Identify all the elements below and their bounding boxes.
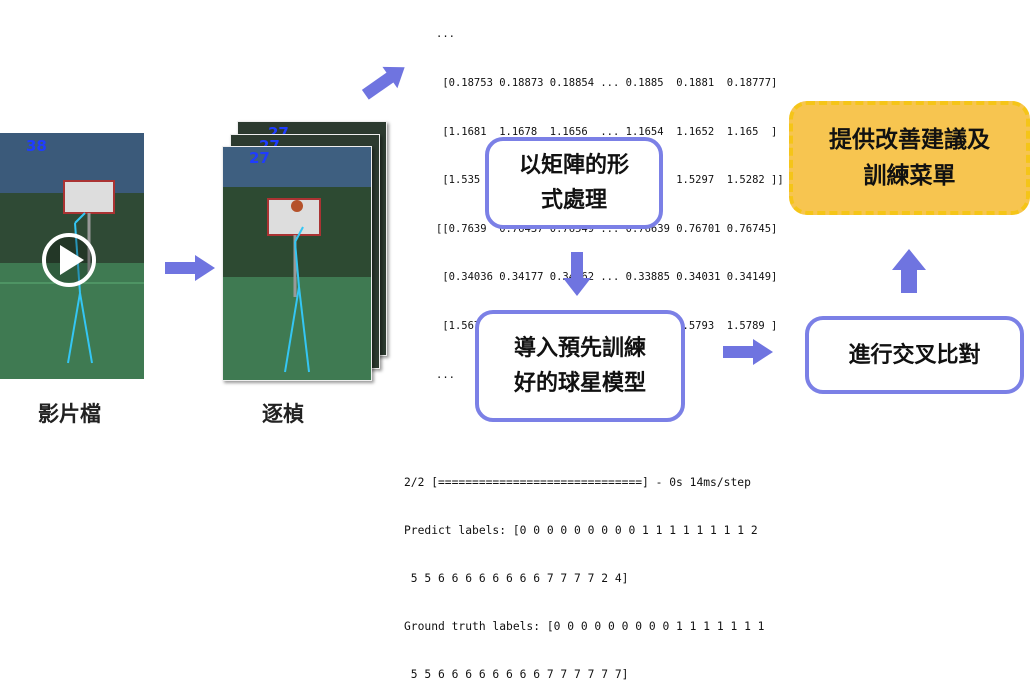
predict-line: 5 5 6 6 6 6 6 6 6 6 7 7 7 7 7 7] — [404, 668, 629, 681]
result-box: 提供改善建議及 訓練菜單 — [789, 101, 1030, 215]
arrow-up-icon — [892, 249, 926, 293]
frames-caption: 逐楨 — [262, 402, 304, 426]
frame-counter: 27 — [249, 149, 270, 167]
play-icon — [60, 245, 84, 275]
predict-line: 2/2 [==============================] - 0… — [404, 476, 751, 489]
matrix-processing-box: 以矩陣的形 式處理 — [485, 137, 663, 229]
predict-line: Ground truth labels: [0 0 0 0 0 0 0 0 0 … — [404, 620, 765, 633]
cross-compare-box: 進行交叉比對 — [805, 316, 1024, 394]
frame-counter: 38 — [26, 137, 47, 155]
arrow-up-right-icon — [361, 66, 405, 100]
model-box: 導入預先訓練 好的球星模型 — [475, 310, 685, 422]
matrix-line: ... — [436, 28, 455, 41]
court-scene-image — [223, 147, 371, 380]
arrow-right-icon — [723, 339, 773, 365]
box-line: 式處理 — [540, 188, 607, 213]
box-line: 以矩陣的形 — [518, 153, 629, 178]
frame-front: 27 — [222, 146, 372, 381]
predict-line: 5 5 6 6 6 6 6 6 6 6 7 7 7 7 2 4] — [404, 572, 629, 585]
box-line: 訓練菜單 — [863, 163, 956, 189]
arrow-down-icon — [563, 252, 591, 296]
arrow-right-icon — [165, 255, 215, 281]
video-caption: 影片檔 — [38, 402, 101, 426]
matrix-line: [0.18753 0.18873 0.18854 ... 0.1885 0.18… — [436, 77, 778, 90]
video-thumbnail[interactable]: 38 — [0, 133, 144, 379]
box-line: 導入預先訓練 — [513, 336, 646, 361]
predict-line: Predict labels: [0 0 0 0 0 0 0 0 0 1 1 1… — [404, 524, 758, 537]
matrix-line: [0.34036 0.34177 0.34062 ... 0.33885 0.3… — [436, 271, 778, 284]
box-line: 提供改善建議及 — [829, 127, 990, 153]
box-line: 好的球星模型 — [513, 371, 646, 396]
box-line: 進行交叉比對 — [848, 342, 981, 368]
predict-output: 2/2 [==============================] - 0… — [404, 443, 764, 699]
